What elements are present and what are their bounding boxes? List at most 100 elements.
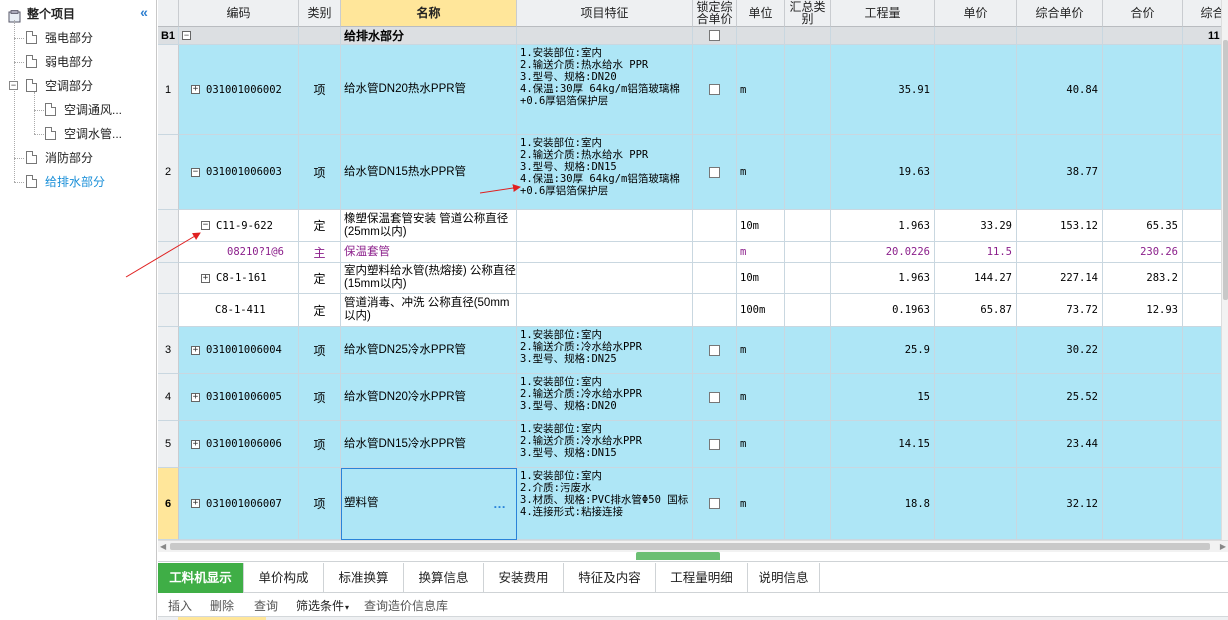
qty-cell[interactable]: 19.63 <box>831 135 935 210</box>
header-total[interactable]: 合价 <box>1103 0 1183 27</box>
composite-total-cell[interactable] <box>1183 242 1221 263</box>
code-cell[interactable]: +031001006004 <box>179 327 299 374</box>
category-cell[interactable]: 定 <box>299 263 341 294</box>
collapse-icon[interactable]: − <box>182 31 191 40</box>
name-cell[interactable]: 橡塑保温套管安装 管道公称直径(25mm以内) <box>341 210 517 242</box>
qty-cell[interactable]: 0.1963 <box>831 294 935 327</box>
summary-cell[interactable] <box>785 210 831 242</box>
code-cell[interactable]: + C8-1-161 <box>179 263 299 294</box>
filter-dropdown[interactable]: 筛选条件▾ <box>296 597 349 614</box>
price-cell[interactable] <box>935 327 1017 374</box>
summary-cell[interactable] <box>785 263 831 294</box>
comp-price-cell[interactable]: 30.22 <box>1017 327 1103 374</box>
price-info-query-button[interactable]: 查询造价信息库 <box>364 597 448 614</box>
collapse-icon[interactable]: − <box>201 221 210 230</box>
collapse-icon[interactable]: − <box>191 167 200 177</box>
unit-cell[interactable]: m <box>737 135 785 210</box>
price-cell[interactable] <box>935 468 1017 540</box>
name-cell[interactable]: 保温套管 <box>341 242 517 263</box>
composite-total-cell[interactable] <box>1183 135 1221 210</box>
bill-item-row[interactable]: 2−031001006003 项给水管DN15热水PPR管 1.安装部位:室内 2.… <box>158 135 1221 210</box>
total-cell[interactable] <box>1103 421 1183 468</box>
composite-total-cell[interactable] <box>1183 210 1221 242</box>
lock-cell[interactable] <box>693 294 737 327</box>
code-cell[interactable]: −031001006003 <box>179 135 299 210</box>
summary-cell[interactable] <box>785 374 831 421</box>
name-cell[interactable]: 管道消毒、冲洗 公称直径(50mm以内) <box>341 294 517 327</box>
total-cell[interactable]: 65.35 <box>1103 210 1183 242</box>
comp-price-cell[interactable]: 73.72 <box>1017 294 1103 327</box>
price-cell[interactable]: 33.29 <box>935 210 1017 242</box>
tree-item-weak-current[interactable]: 弱电部分 <box>0 50 156 74</box>
composite-total-cell[interactable] <box>1183 468 1221 540</box>
name-cell[interactable]: 给水管DN20热水PPR管 <box>341 45 517 135</box>
lock-cell[interactable] <box>693 327 737 374</box>
qty-cell[interactable]: 25.9 <box>831 327 935 374</box>
tab-quantity-detail[interactable]: 工程量明细 <box>656 563 748 593</box>
composite-total-cell[interactable] <box>1183 374 1221 421</box>
name-cell[interactable]: 给水管DN20冷水PPR管 <box>341 374 517 421</box>
header-unit[interactable]: 单位 <box>737 0 785 27</box>
feature-cell[interactable] <box>517 263 693 294</box>
feature-cell[interactable]: 1.安装部位:室内 2.输送介质:冷水给水PPR 3.型号、规格:DN20 <box>517 374 693 421</box>
unit-cell[interactable]: 10m <box>737 263 785 294</box>
lock-checkbox[interactable] <box>709 166 720 178</box>
total-cell[interactable] <box>1103 135 1183 210</box>
qty-cell[interactable]: 20.0226 <box>831 242 935 263</box>
vertical-scroll-thumb[interactable] <box>1223 40 1228 300</box>
code-cell[interactable]: − C11-9-622 <box>179 210 299 242</box>
price-cell[interactable] <box>935 135 1017 210</box>
tree-item-plumbing[interactable]: 给排水部分 <box>0 170 156 194</box>
category-cell[interactable]: 项 <box>299 374 341 421</box>
code-cell[interactable]: C8-1-411 <box>179 294 299 327</box>
header-name[interactable]: 名称 <box>341 0 517 27</box>
tree-item-hvac-ventilation[interactable]: 空调通风... <box>0 98 156 122</box>
lock-checkbox[interactable] <box>709 498 720 509</box>
composite-total-cell[interactable] <box>1183 294 1221 327</box>
qty-cell[interactable]: 1.963 <box>831 210 935 242</box>
comp-price-cell[interactable]: 227.14 <box>1017 263 1103 294</box>
total-cell[interactable] <box>1103 327 1183 374</box>
header-composite-price[interactable]: 综合单价 <box>1017 0 1103 27</box>
name-cell[interactable]: 给水管DN15热水PPR管 <box>341 135 517 210</box>
quota-row[interactable]: C8-1-411 定管道消毒、冲洗 公称直径(50mm以内) 100m 0.1963 6… <box>158 294 1221 327</box>
qty-cell[interactable]: 18.8 <box>831 468 935 540</box>
feature-cell[interactable] <box>517 210 693 242</box>
category-cell[interactable]: 项 <box>299 135 341 210</box>
lock-cell[interactable] <box>693 263 737 294</box>
more-options-icon[interactable]: … <box>493 497 506 510</box>
lock-checkbox[interactable] <box>709 344 720 356</box>
summary-cell[interactable] <box>785 135 831 210</box>
code-cell[interactable]: +031001006007 <box>179 468 299 540</box>
unit-cell[interactable]: m <box>737 327 785 374</box>
composite-total-cell[interactable] <box>1183 421 1221 468</box>
total-cell[interactable]: 230.26 <box>1103 242 1183 263</box>
unit-cell[interactable]: m <box>737 468 785 540</box>
comp-price-cell[interactable]: 153.12 <box>1017 210 1103 242</box>
feature-cell[interactable]: 1.安装部位:室内 2.介质:污废水 3.材质、规格:PVC排水管Φ50 国标 … <box>517 468 693 540</box>
header-quantity[interactable]: 工程量 <box>831 0 935 27</box>
horizontal-scrollbar[interactable]: ◀ ▶ <box>158 540 1228 552</box>
total-cell[interactable] <box>1103 45 1183 135</box>
lock-cell[interactable] <box>693 135 737 210</box>
collapse-panel-icon[interactable]: « <box>136 5 152 19</box>
unit-cell[interactable]: 10m <box>737 210 785 242</box>
feature-cell[interactable] <box>517 242 693 263</box>
price-cell[interactable] <box>935 45 1017 135</box>
expand-icon[interactable]: + <box>191 499 200 508</box>
query-button[interactable]: 查询 <box>254 597 278 614</box>
scroll-left-icon[interactable]: ◀ <box>160 542 166 551</box>
total-cell[interactable] <box>1103 468 1183 540</box>
comp-price-cell[interactable] <box>1017 242 1103 263</box>
total-cell[interactable]: 12.93 <box>1103 294 1183 327</box>
collapse-icon[interactable]: − <box>9 81 18 90</box>
lock-checkbox[interactable] <box>709 30 720 41</box>
total-cell[interactable] <box>1103 374 1183 421</box>
summary-cell[interactable] <box>785 468 831 540</box>
scroll-right-icon[interactable]: ▶ <box>1220 542 1226 551</box>
category-cell[interactable]: 项 <box>299 327 341 374</box>
panel-splitter[interactable] <box>636 552 720 560</box>
total-cell[interactable]: 283.2 <box>1103 263 1183 294</box>
lock-cell[interactable] <box>693 210 737 242</box>
main-material-row[interactable]: 08210?1@6 主保温套管 m 20.0226 11.5 230.26 <box>158 242 1221 263</box>
